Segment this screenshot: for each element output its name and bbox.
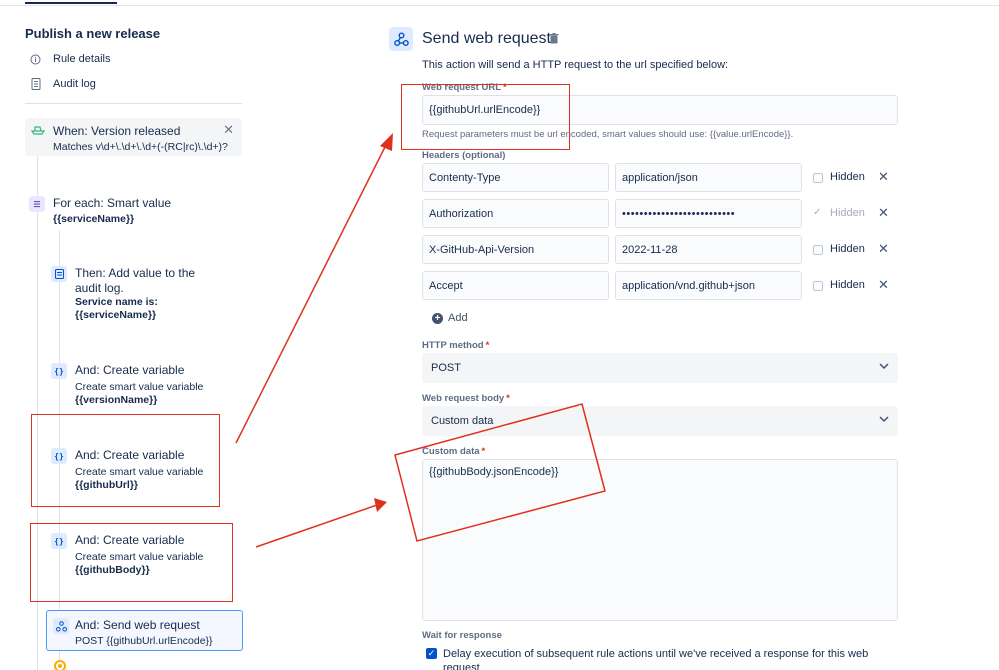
rule-details-label: Rule details (53, 53, 111, 65)
audit-log-icon (51, 266, 67, 282)
audit-log-link[interactable]: Audit log (30, 78, 96, 90)
trash-icon[interactable] (549, 33, 559, 47)
custom-data-textarea[interactable]: {{githubBody.jsonEncode}} (422, 459, 898, 621)
annotation-arrow-body (255, 504, 378, 548)
hidden-label: Hidden (830, 243, 865, 255)
add-header-button[interactable]: + Add (432, 312, 468, 324)
rule-title: Publish a new release (25, 26, 161, 41)
hidden-label: Hidden (830, 279, 865, 291)
divider (25, 103, 242, 104)
hidden-checkbox-checked[interactable]: ✓ (813, 208, 823, 218)
then-title-2: audit log. (75, 281, 124, 295)
trigger-title: When: Version released (53, 124, 181, 138)
remove-header-icon[interactable]: ✕ (878, 277, 889, 293)
header-name-input[interactable]: Accept (422, 271, 609, 300)
custom-data-label: Custom data * (422, 446, 486, 457)
rule-details-link[interactable]: Rule details (30, 53, 110, 65)
then-bold-2: {{serviceName}} (75, 309, 157, 321)
send-detail: POST {{githubUrl.urlEncode}} (75, 635, 213, 647)
arrowhead (380, 133, 393, 151)
list-icon: ☰ (29, 196, 45, 212)
arrowhead (374, 498, 387, 512)
chevron-down-icon (879, 361, 889, 373)
remove-header-icon[interactable]: ✕ (878, 169, 889, 185)
header-name-input[interactable]: X-GitHub-Api-Version (422, 235, 609, 264)
create-variable-subtitle: Create smart value variable (75, 381, 204, 393)
webhook-icon (389, 27, 413, 51)
delay-checkbox[interactable]: ✓ (426, 648, 437, 659)
header-value-input[interactable]: 2022-11-28 (615, 235, 802, 264)
send-web-request-node[interactable]: And: Send web request POST {{githubUrl.u… (46, 610, 243, 651)
trigger-boat-icon (30, 124, 46, 136)
chevron-down-icon (879, 414, 889, 426)
add-component-dot[interactable] (54, 660, 66, 670)
http-method-label: HTTP method * (422, 340, 490, 351)
remove-header-icon[interactable]: ✕ (878, 205, 889, 221)
create-variable-name: {{versionName}} (75, 394, 158, 406)
info-icon (30, 54, 41, 65)
header-name-input[interactable]: Contenty-Type (422, 163, 609, 192)
wait-for-response-label: Wait for response (422, 630, 502, 641)
header-value-input[interactable]: application/vnd.github+json (615, 271, 802, 300)
headers-label: Headers (optional) (422, 150, 506, 161)
annotation-box-githubbody (30, 523, 233, 602)
send-title: And: Send web request (75, 618, 200, 632)
create-variable-title: And: Create variable (75, 363, 185, 377)
webhook-icon (53, 618, 69, 634)
plus-icon: + (432, 312, 443, 324)
then-bold-1: Service name is: (75, 296, 158, 308)
then-title-1: Then: Add value to the (75, 266, 196, 280)
header-name-input[interactable]: Authorization (422, 199, 609, 228)
description: This action will send a HTTP request to … (422, 59, 729, 71)
foreach-title: For each: Smart value (53, 196, 172, 210)
trigger-card[interactable]: When: Version released Matches v\d+\.\d+… (25, 118, 242, 156)
http-method-value: POST (431, 362, 461, 374)
body-label: Web request body * (422, 393, 510, 404)
hidden-checkbox[interactable] (813, 281, 823, 291)
http-method-select[interactable]: POST (422, 353, 898, 383)
audit-log-label: Audit log (53, 78, 96, 90)
close-icon[interactable]: ✕ (223, 122, 234, 138)
annotation-box-url (401, 84, 570, 150)
add-label: Add (448, 312, 468, 324)
page-title: Send web request (422, 30, 551, 47)
body-value: Custom data (431, 415, 494, 427)
braces-icon: {} (51, 363, 67, 379)
body-select[interactable]: Custom data (422, 406, 898, 436)
hidden-checkbox[interactable] (813, 245, 823, 255)
hidden-checkbox[interactable] (813, 173, 823, 183)
header-value-input[interactable]: application/json (615, 163, 802, 192)
header-value-input[interactable]: •••••••••••••••••••••••••• (615, 199, 802, 228)
hidden-label: Hidden (830, 207, 865, 219)
delay-text: Delay execution of subsequent rule actio… (443, 648, 869, 670)
trigger-detail: Matches v\d+\.\d+\.\d+(-(RC|rc)\.\d+)? (53, 141, 228, 153)
annotation-box-githuburl (31, 414, 220, 507)
remove-header-icon[interactable]: ✕ (878, 241, 889, 257)
hidden-label: Hidden (830, 171, 865, 183)
document-icon (30, 78, 41, 90)
foreach-value: {{serviceName}} (53, 213, 135, 225)
